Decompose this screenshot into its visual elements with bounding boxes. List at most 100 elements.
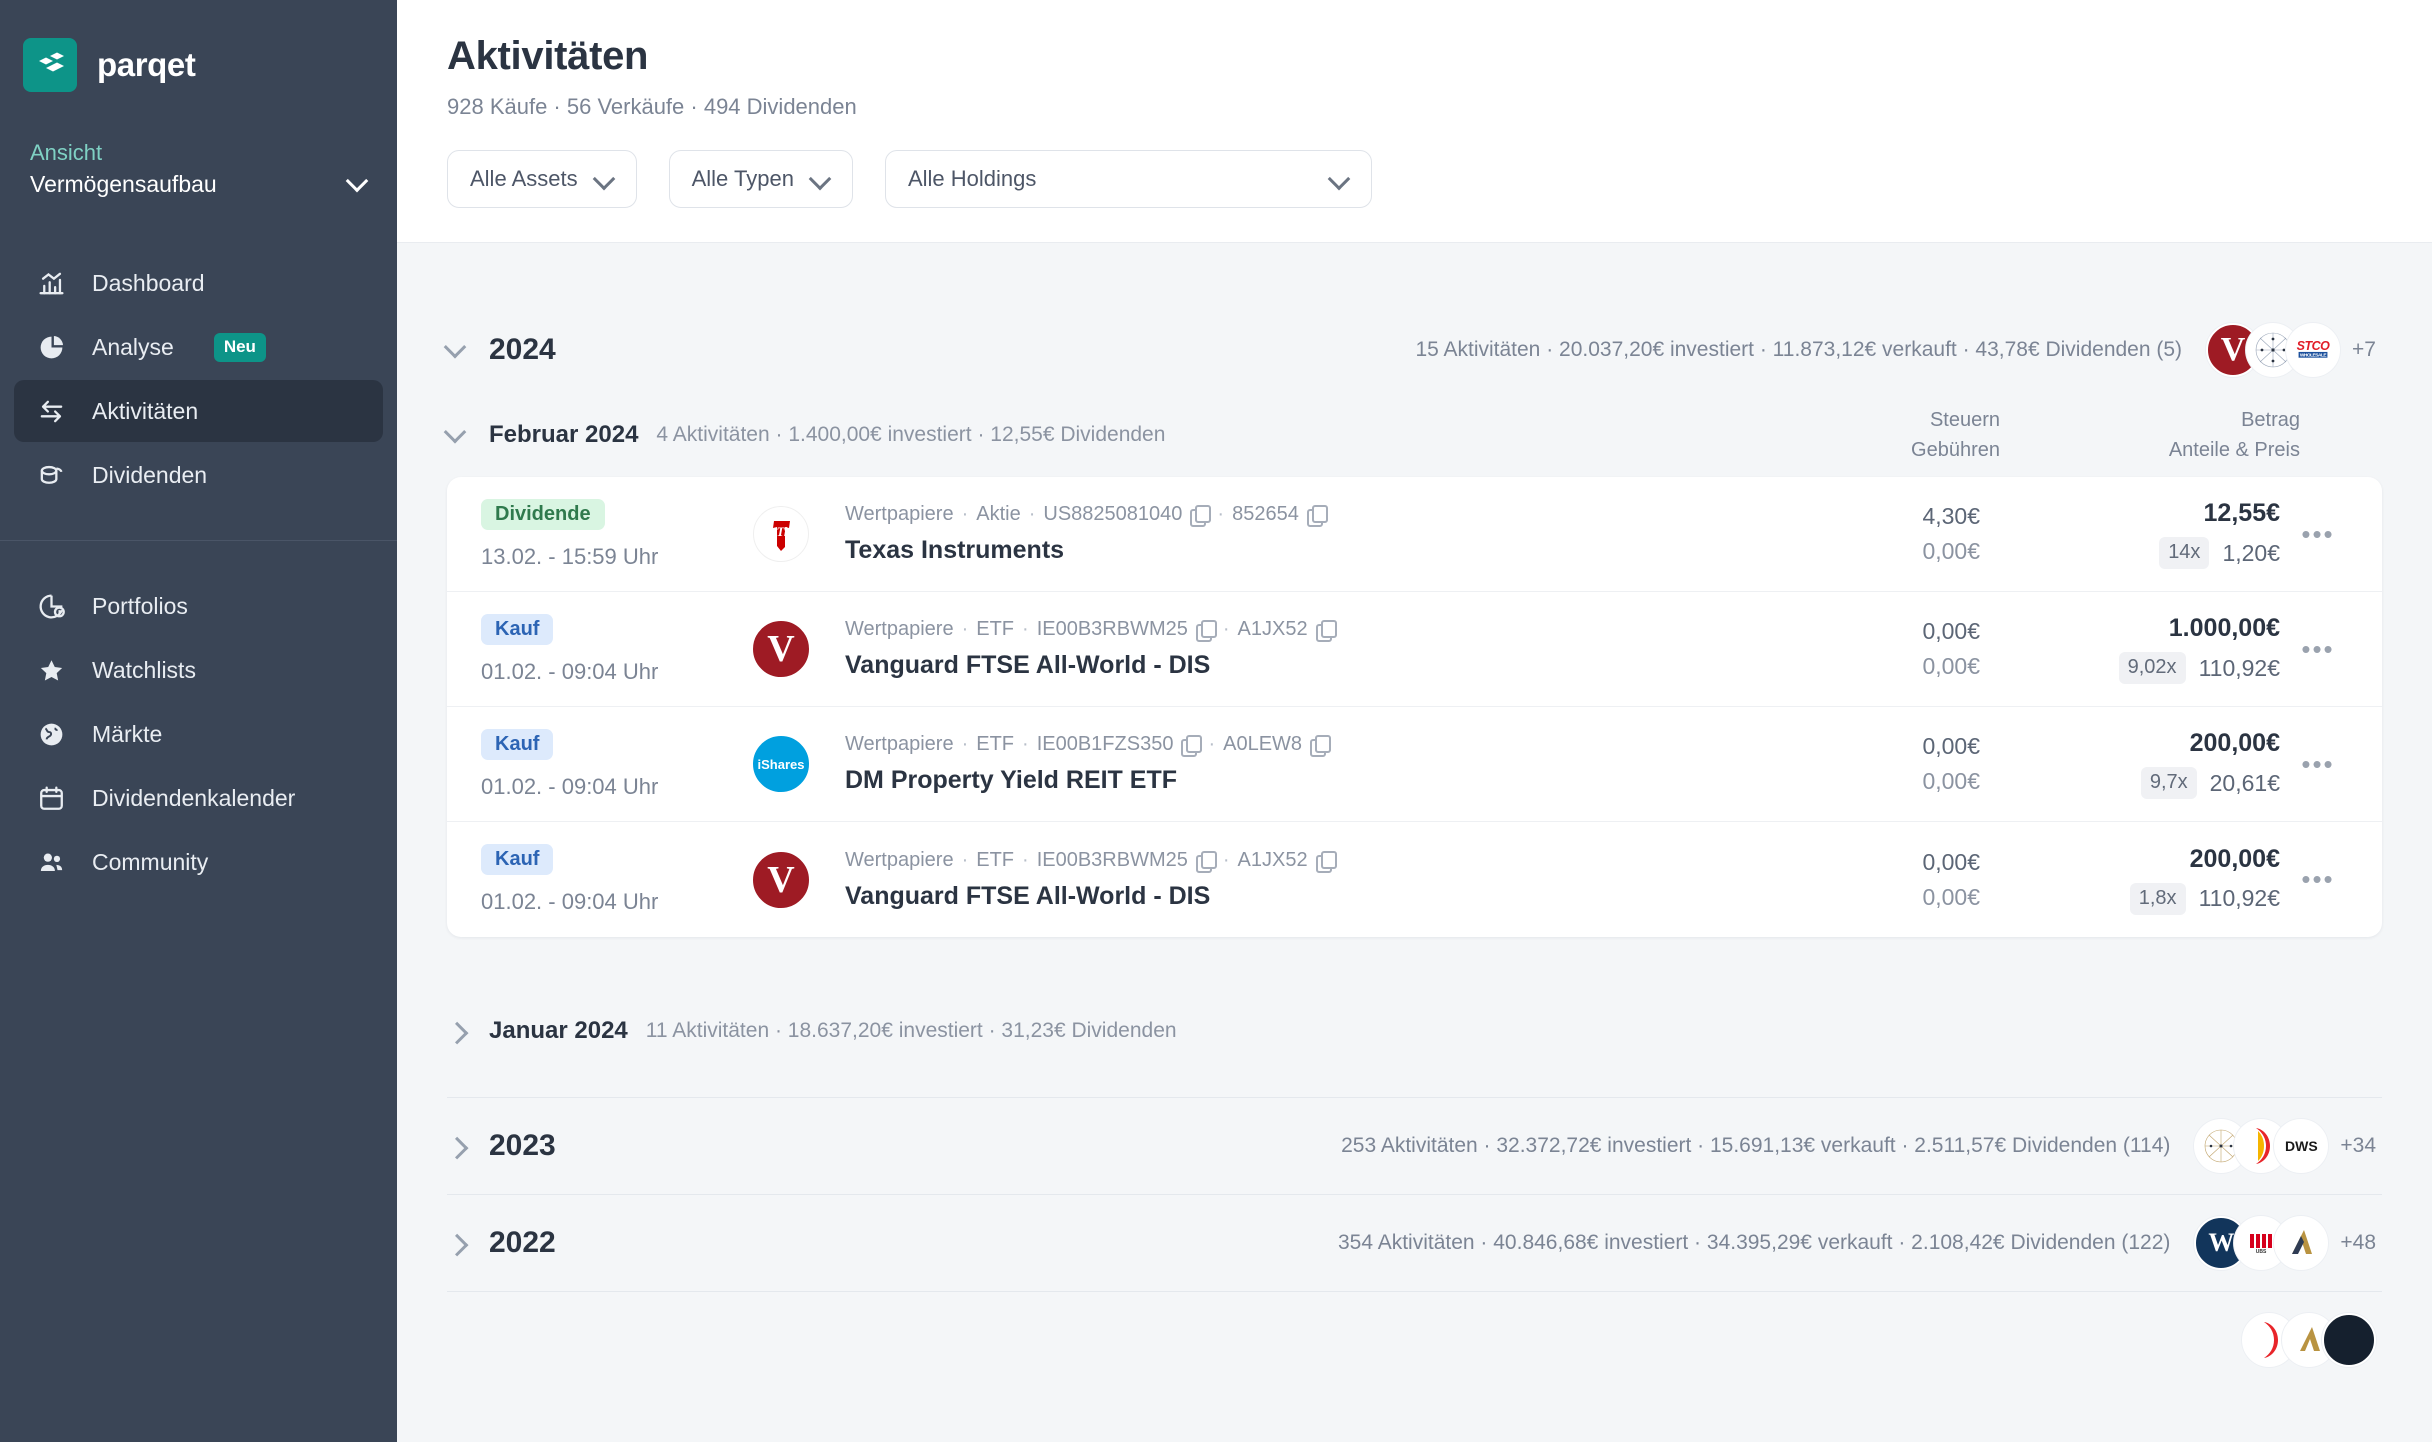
meta-separator: · (1208, 733, 1215, 756)
asset-wkn: A0LEW8 (1223, 733, 1302, 756)
shares-price: 1,8x 110,92€ (2030, 883, 2280, 915)
more-horizontal-icon[interactable]: ••• (2280, 749, 2356, 780)
sidebar-item-community[interactable]: Community (14, 831, 383, 893)
sidebar-item-maerkte[interactable]: Märkte (14, 703, 383, 765)
amount-cell: 200,00€ 9,7x 20,61€ (2030, 729, 2280, 799)
taxes-fees-cell: 0,00€ 0,00€ (1750, 733, 1980, 795)
copy-icon[interactable] (1310, 735, 1329, 754)
brand[interactable]: parqet (0, 0, 397, 92)
more-horizontal-icon[interactable]: ••• (2280, 519, 2356, 550)
view-switcher-value: Vermögensaufbau (30, 168, 217, 200)
chevron-down-icon[interactable] (447, 427, 481, 443)
filter-assets[interactable]: Alle Assets (447, 150, 637, 208)
ishares-logo-icon: iShares (753, 736, 809, 792)
filter-types[interactable]: Alle Typen (669, 150, 853, 208)
filter-assets-label: Alle Assets (470, 166, 578, 192)
meta-separator: · (1217, 503, 1224, 526)
sidebar-item-analyse[interactable]: Analyse Neu (14, 316, 383, 378)
sidebar-item-dashboard[interactable]: Dashboard (14, 252, 383, 314)
copy-icon[interactable] (1181, 735, 1200, 754)
taxes-value: 0,00€ (1750, 733, 1980, 760)
asset-type: Aktie (976, 503, 1020, 526)
transfer-arrows-icon (36, 396, 66, 426)
amount-cell: 200,00€ 1,8x 110,92€ (2030, 845, 2280, 915)
sidebar-item-aktivitaeten[interactable]: Aktivitäten (14, 380, 383, 442)
month-label: Februar 2024 (489, 421, 638, 449)
sidebar-item-label: Portfolios (92, 593, 188, 620)
fees-value: 0,00€ (1750, 538, 1980, 565)
asset-type: ETF (976, 733, 1014, 756)
sidebar-item-label: Analyse (92, 334, 174, 361)
column-header-taxes-line2: Gebühren (1911, 439, 2000, 461)
copy-icon[interactable] (1307, 505, 1326, 524)
copy-icon[interactable] (1316, 851, 1335, 870)
sidebar-item-label: Dividenden (92, 462, 207, 489)
amount-value: 200,00€ (2030, 729, 2280, 758)
month-row-januar-2024[interactable]: Januar 2024 11 Aktivitäten · 18.637,20€ … (397, 995, 2432, 1067)
column-headers: Steuern Gebühren Betrag Anteile & Preis (1770, 405, 2376, 465)
column-header-taxes-line1: Steuern (1930, 409, 2000, 431)
copy-icon[interactable] (1196, 620, 1215, 639)
asset-meta: Wertpapiere · ETF · IE00B3RBWM25 · A1JX5… (845, 849, 1750, 872)
chevron-right-icon[interactable] (447, 1023, 481, 1039)
copy-icon[interactable] (1196, 851, 1215, 870)
filter-holdings[interactable]: Alle Holdings (885, 150, 1372, 208)
year-stats: 354 Aktivitäten · 40.846,68€ investiert … (1338, 1231, 2170, 1255)
vanguard-glyph: V (767, 630, 794, 668)
sidebar-item-portfolios[interactable]: Portfolios (14, 575, 383, 637)
meta-separator: · (1223, 618, 1230, 641)
spacer (397, 1067, 2432, 1097)
chevron-right-icon[interactable] (447, 1138, 481, 1154)
transaction-type-cell: Kauf 01.02. - 09:04 Uhr (481, 729, 753, 800)
main-content: Aktivitäten 928 Käufe · 56 Verkäufe · 49… (397, 0, 2432, 1442)
spacer (397, 937, 2432, 995)
year-row-2022[interactable]: 2022 354 Aktivitäten · 40.846,68€ invest… (397, 1195, 2432, 1291)
asset-logo-cell: iShares (753, 736, 835, 792)
sidebar-divider (0, 540, 397, 541)
column-header-amount-line1: Betrag (2241, 409, 2300, 431)
ishares-glyph: iShares (758, 757, 805, 772)
sidebar: parqet Ansicht Vermögensaufbau Dashboard… (0, 0, 397, 1442)
shares-chip: 9,02x (2119, 652, 2186, 684)
avatar (2274, 1216, 2328, 1270)
sidebar-item-dividenden[interactable]: Dividenden (14, 444, 383, 506)
asset-logo-cell: Ti (753, 506, 835, 562)
sidebar-item-label: Dividendenkalender (92, 785, 295, 812)
chevron-down-icon[interactable] (447, 342, 481, 358)
sidebar-nav-primary: Dashboard Analyse Neu Aktivitäten Di (0, 252, 397, 506)
sidebar-item-dividendenkalender[interactable]: Dividendenkalender (14, 767, 383, 829)
asset-wkn: 852654 (1232, 503, 1299, 526)
shares-chip: 1,8x (2130, 883, 2186, 915)
year-stats: 15 Aktivitäten · 20.037,20€ investiert ·… (1415, 338, 2182, 362)
chevron-right-icon[interactable] (447, 1235, 481, 1251)
table-row[interactable]: Kauf 01.02. - 09:04 Uhr iShares Wertpapi… (447, 707, 2382, 822)
coins-stack-icon (36, 460, 66, 490)
view-switcher[interactable]: Ansicht Vermögensaufbau (30, 138, 369, 200)
taxes-fees-cell: 0,00€ 0,00€ (1750, 618, 1980, 680)
filter-holdings-label: Alle Holdings (908, 166, 1036, 192)
vanguard-logo-icon: V (753, 852, 809, 908)
more-horizontal-icon[interactable]: ••• (2280, 634, 2356, 665)
shares-price: 9,02x 110,92€ (2030, 652, 2280, 684)
fees-value: 0,00€ (1750, 768, 1980, 795)
copy-icon[interactable] (1316, 620, 1335, 639)
table-row[interactable]: Kauf 01.02. - 09:04 Uhr V Wertpapiere · … (447, 822, 2382, 937)
sidebar-item-label: Aktivitäten (92, 398, 198, 425)
table-row[interactable]: Dividende 13.02. - 15:59 Uhr Ti (447, 477, 2382, 592)
year-row-2024[interactable]: 2024 15 Aktivitäten · 20.037,20€ investi… (397, 301, 2432, 399)
activities-scroll-area[interactable]: 2024 15 Aktivitäten · 20.037,20€ investi… (397, 243, 2432, 1442)
sidebar-item-watchlists[interactable]: Watchlists (14, 639, 383, 701)
year-avatar-overflow: +7 (2352, 338, 2376, 362)
copy-icon[interactable] (1190, 505, 1209, 524)
texas-instruments-logo-icon: Ti (753, 506, 809, 562)
table-row[interactable]: Kauf 01.02. - 09:04 Uhr V Wertpapiere · … (447, 592, 2382, 707)
spacer (397, 243, 2432, 301)
more-horizontal-icon[interactable]: ••• (2280, 864, 2356, 895)
shares-chip: 9,7x (2141, 767, 2197, 799)
transaction-date: 01.02. - 09:04 Uhr (481, 774, 753, 800)
sidebar-item-badge: Neu (214, 333, 266, 362)
year-row-partial[interactable] (397, 1292, 2432, 1388)
month-row-februar-2024[interactable]: Februar 2024 4 Aktivitäten · 1.400,00€ i… (397, 399, 2432, 471)
fees-value: 0,00€ (1750, 884, 1980, 911)
year-row-2023[interactable]: 2023 253 Aktivitäten · 32.372,72€ invest… (397, 1098, 2432, 1194)
